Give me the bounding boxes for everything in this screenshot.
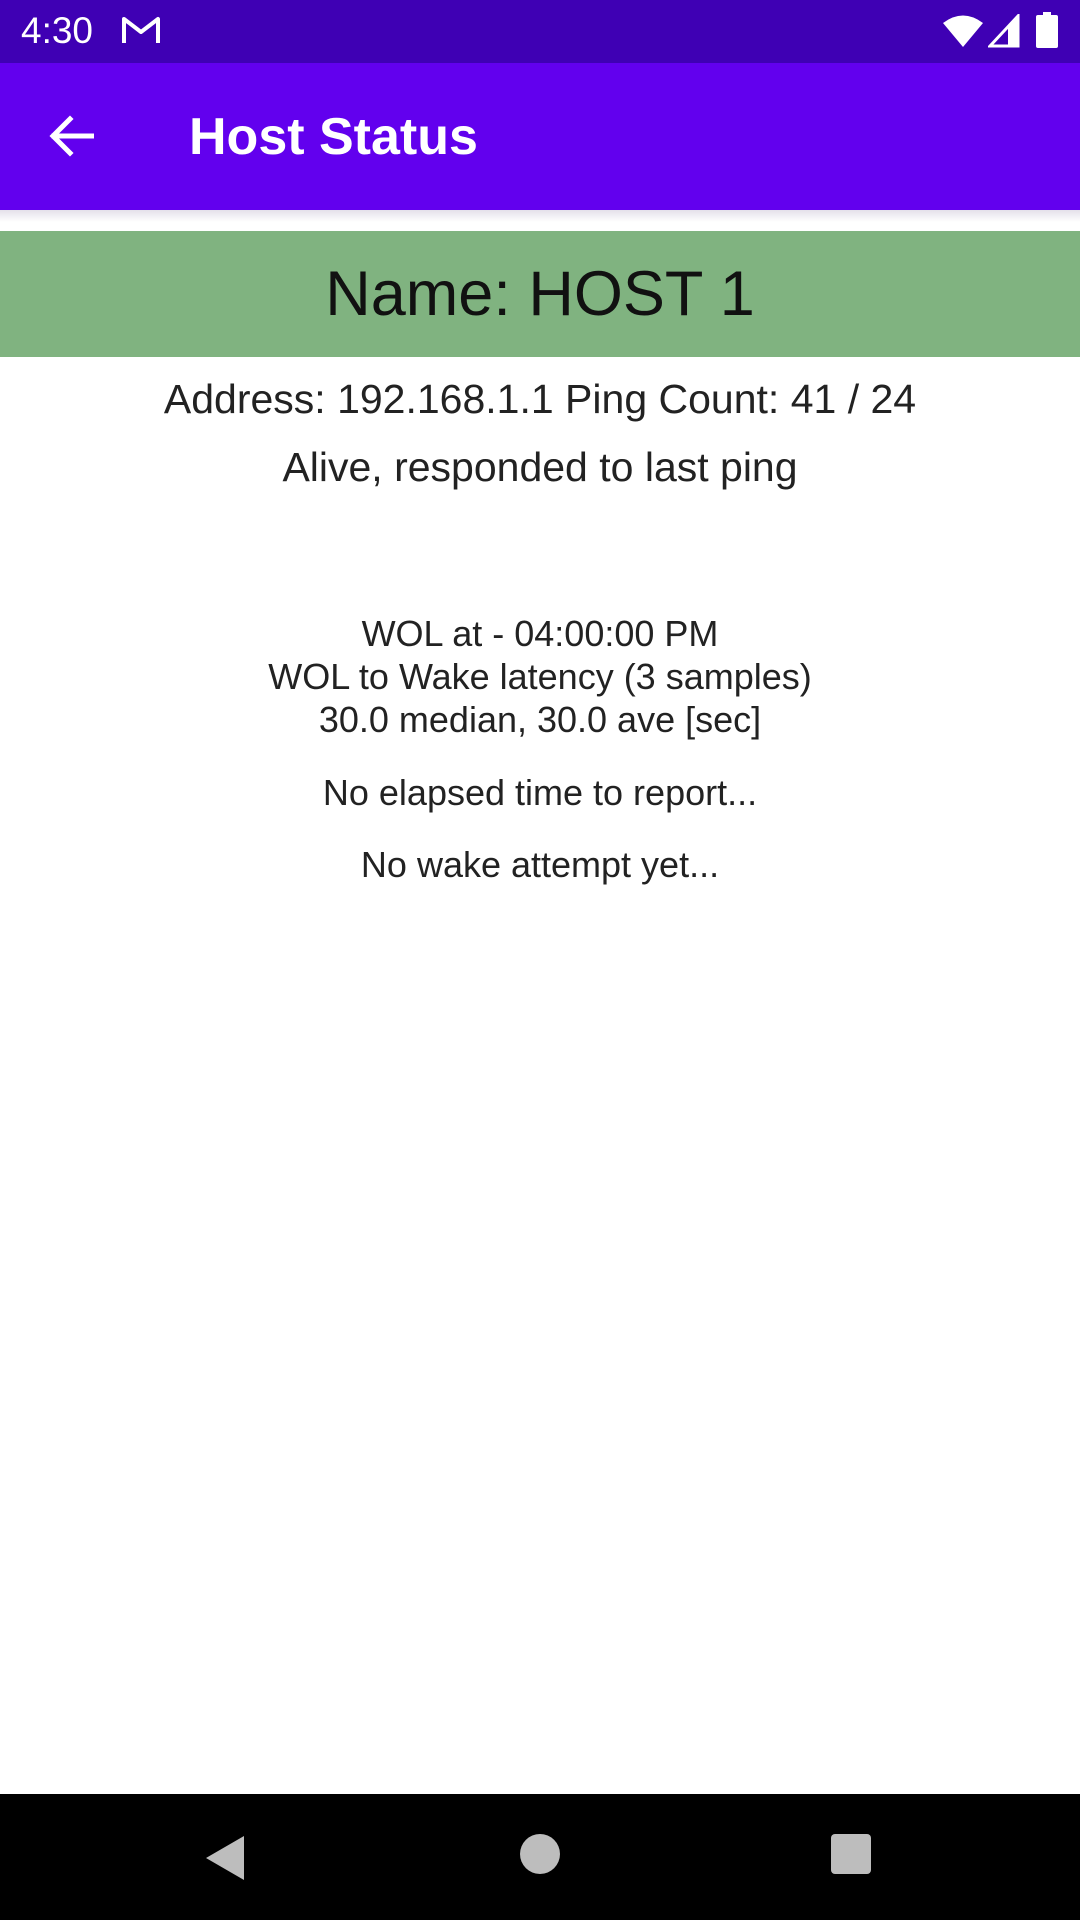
nav-recents-icon[interactable] bbox=[831, 1834, 871, 1874]
system-nav-bar bbox=[0, 1794, 1080, 1920]
nav-home-icon[interactable] bbox=[520, 1834, 560, 1874]
host-name: Name: HOST 1 bbox=[325, 259, 755, 329]
app-bar-shadow bbox=[0, 210, 1080, 222]
status-time: 4:30 bbox=[21, 10, 94, 51]
battery-icon bbox=[1036, 12, 1058, 48]
back-button[interactable] bbox=[34, 99, 108, 173]
elapsed-time-status: No elapsed time to report... bbox=[322, 772, 758, 813]
wol-time: WOL at - 04:00:00 PM bbox=[361, 613, 719, 654]
page-title: Host Status bbox=[189, 108, 478, 166]
status-bar: 4:30 bbox=[0, 0, 1080, 63]
host-address-ping-count: Address: 192.168.1.1 Ping Count: 41 / 24 bbox=[163, 376, 917, 422]
wake-attempt-status: No wake attempt yet... bbox=[360, 844, 720, 885]
host-alive-status: Alive, responded to last ping bbox=[282, 444, 798, 490]
app-bar: Host Status bbox=[0, 63, 1080, 210]
wol-latency-stats: 30.0 median, 30.0 ave [sec] bbox=[318, 699, 762, 740]
host-name-banner: Name: HOST 1 bbox=[0, 231, 1080, 357]
host-status-screen: 4:30 Host Status Name: HOST 1 Address: 1… bbox=[0, 0, 1080, 1920]
gmail-icon bbox=[122, 17, 160, 43]
nav-back-icon[interactable] bbox=[204, 1834, 248, 1882]
arrow-left-icon bbox=[49, 115, 94, 157]
wol-latency-label: WOL to Wake latency (3 samples) bbox=[268, 656, 812, 697]
wifi-icon bbox=[943, 15, 983, 47]
cell-signal-icon bbox=[988, 14, 1020, 48]
